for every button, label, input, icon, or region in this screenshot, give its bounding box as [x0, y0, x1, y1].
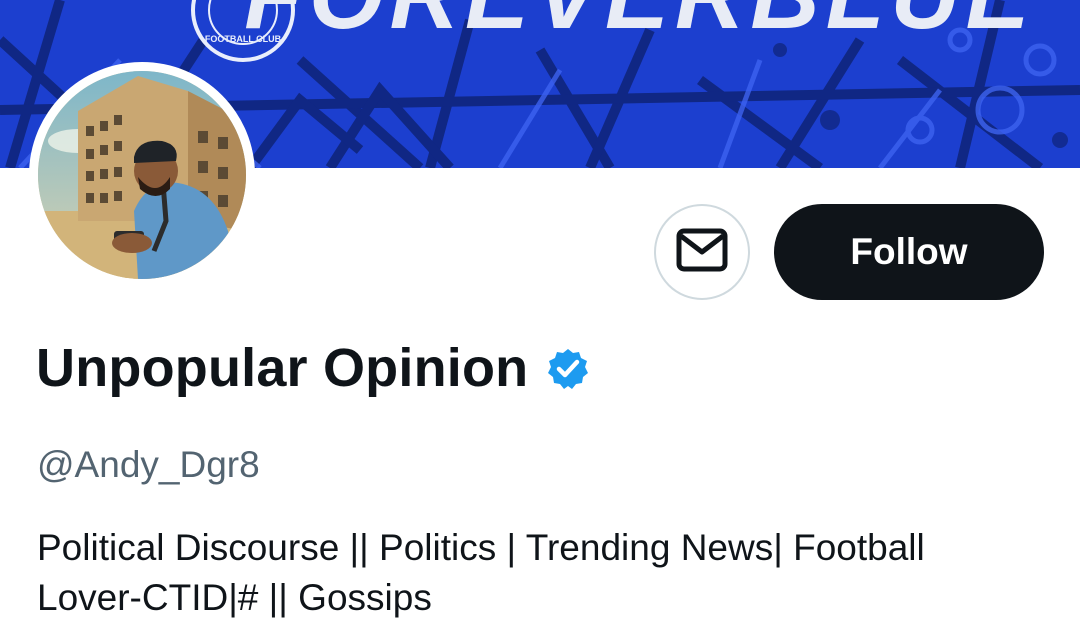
- display-name: Unpopular Opinion: [36, 338, 529, 398]
- user-handle: @Andy_Dgr8: [37, 444, 260, 485]
- message-button[interactable]: [654, 204, 750, 300]
- bio-line-1: Political Discourse || Politics | Trendi…: [37, 527, 925, 568]
- banner-title: FOREVERBLUE: [244, 0, 1035, 49]
- follow-button[interactable]: Follow: [774, 204, 1044, 300]
- envelope-icon: [676, 228, 728, 277]
- avatar-image: [38, 71, 246, 279]
- profile-avatar[interactable]: [29, 62, 255, 288]
- profile-bio: Political Discourse || Politics | Trendi…: [37, 523, 1047, 623]
- name-row: Unpopular Opinion: [36, 333, 590, 403]
- bio-line-2: Lover-CTID|# || Gossips: [37, 577, 432, 618]
- verified-badge-icon[interactable]: [546, 347, 590, 391]
